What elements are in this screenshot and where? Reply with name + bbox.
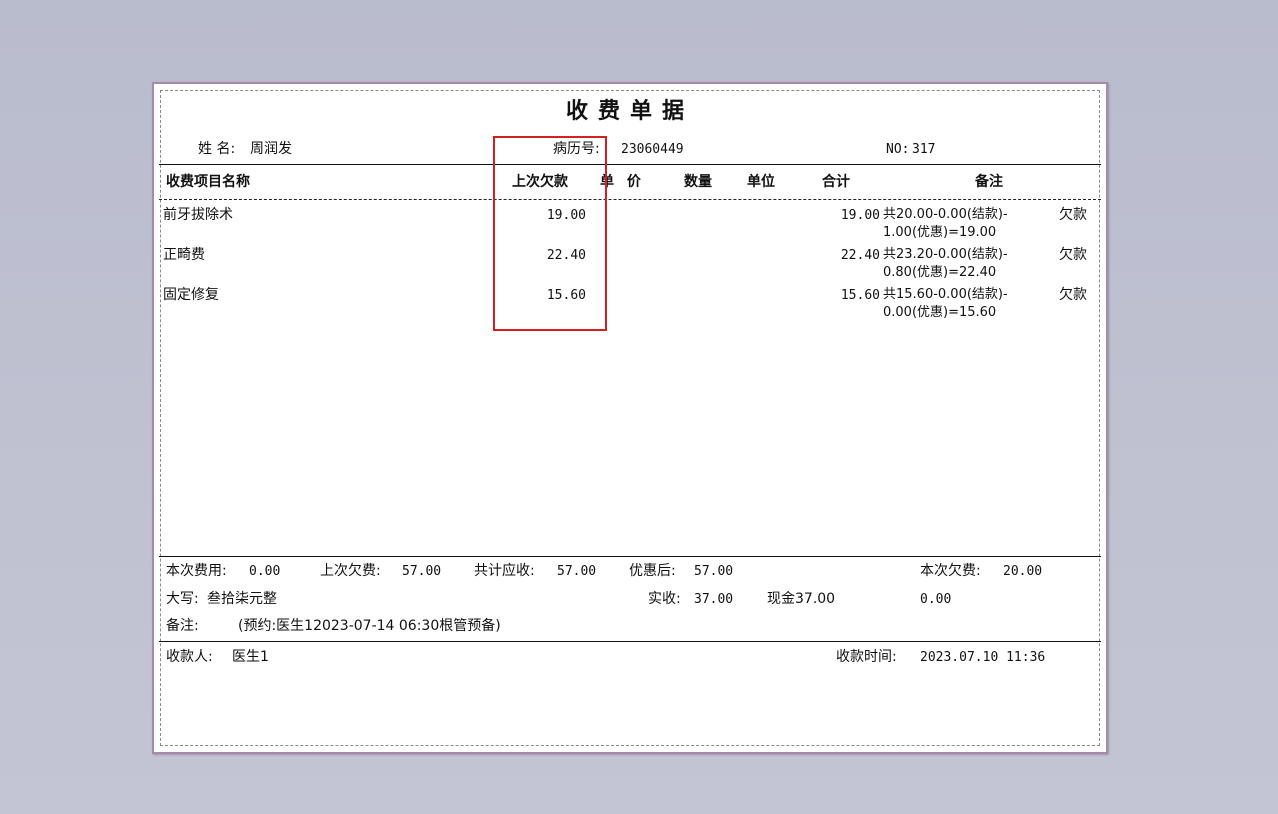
after-discount: 57.00 <box>694 564 734 579</box>
current-debt: 20.00 <box>1003 564 1043 579</box>
row3-note-line1: 共15.60-0.00(结款)- <box>883 287 1008 302</box>
row1-status: 欠款 <box>1059 207 1087 223</box>
row1-note-line1: 共20.00-0.00(结款)- <box>883 207 1008 222</box>
col-remarks: 备注 <box>975 174 1003 190</box>
after-discount-label: 优惠后: <box>629 563 676 579</box>
row3-total: 15.60 <box>840 288 880 303</box>
summary-top-rule <box>159 556 1101 557</box>
col-quantity: 数量 <box>684 174 712 190</box>
amount-words-label: 大写: <box>166 591 199 607</box>
patient-name-label: 姓 名: <box>198 141 236 157</box>
col-total: 合计 <box>822 174 850 190</box>
row3-item-name: 固定修复 <box>163 287 219 303</box>
col-item-name: 收费项目名称 <box>166 174 250 190</box>
record-no: 23060449 <box>621 142 684 157</box>
row2-status: 欠款 <box>1059 247 1087 263</box>
row1-note-line2: 1.00(优惠)=19.00 <box>883 225 997 240</box>
row3-status: 欠款 <box>1059 287 1087 303</box>
header-dash-rule <box>159 199 1101 200</box>
received-label: 实收: <box>648 591 681 607</box>
no-value: 317 <box>912 142 936 157</box>
prev-debt-label: 上次欠费: <box>320 563 381 579</box>
total-due-label: 共计应收: <box>474 563 535 579</box>
row1-total: 19.00 <box>840 208 880 223</box>
amount-words: 叁拾柒元整 <box>207 591 277 607</box>
no-label: NO: <box>886 142 910 157</box>
row3-note-line2: 0.00(优惠)=15.60 <box>883 305 997 320</box>
cashier-label: 收款人: <box>166 649 213 665</box>
current-fee: 0.00 <box>249 564 281 579</box>
receipt-title: 收费单据 <box>566 99 695 124</box>
col-unit: 单位 <box>747 174 775 190</box>
extra-value: 0.00 <box>920 592 952 607</box>
cash-amount: 现金37.00 <box>767 591 836 607</box>
cashier-name: 医生1 <box>232 649 269 665</box>
remarks-label: 备注: <box>166 618 199 634</box>
highlight-box-prev-debt <box>493 136 607 331</box>
row2-total: 22.40 <box>840 248 880 263</box>
row2-note-line2: 0.80(优惠)=22.40 <box>883 265 997 280</box>
current-debt-label: 本次欠费: <box>920 563 981 579</box>
footer-top-rule <box>159 641 1101 642</box>
current-fee-label: 本次费用: <box>166 563 227 579</box>
total-due: 57.00 <box>557 564 597 579</box>
header-top-rule <box>159 164 1101 165</box>
payment-time: 2023.07.10 11:36 <box>920 650 1046 665</box>
prev-debt-total: 57.00 <box>402 564 442 579</box>
remarks-text: (预约:医生12023-07-14 06:30根管预备) <box>238 618 501 634</box>
row1-item-name: 前牙拔除术 <box>163 207 233 223</box>
patient-name: 周润发 <box>250 141 292 157</box>
received-amount: 37.00 <box>694 592 734 607</box>
row2-item-name: 正畸费 <box>163 247 205 263</box>
row2-note-line1: 共23.20-0.00(结款)- <box>883 247 1008 262</box>
time-label: 收款时间: <box>836 649 897 665</box>
